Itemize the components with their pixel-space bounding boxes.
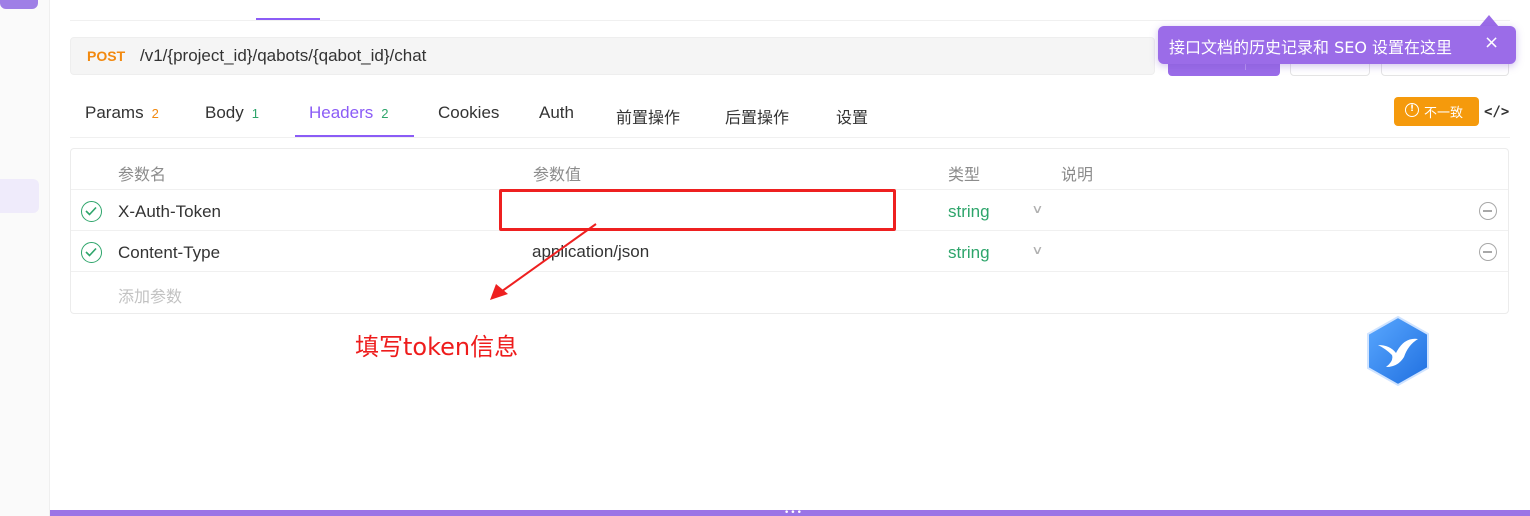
tab-count: 1	[251, 106, 259, 121]
top-tab-strip	[70, 0, 1510, 21]
top-tab-underline	[256, 18, 320, 20]
add-param-input[interactable]: 添加参数	[118, 283, 182, 307]
headers-table: 参数名 参数值 类型 说明 X-Auth-Token string ∨ Cont…	[70, 148, 1509, 314]
tab-label: Auth	[539, 103, 574, 122]
tab-label: Body	[205, 103, 244, 122]
column-header-value: 参数值	[533, 165, 582, 184]
tab-settings[interactable]: 设置	[836, 104, 868, 128]
tab-cookies[interactable]: Cookies	[438, 103, 499, 123]
row-divider	[71, 271, 1508, 272]
tab-headers[interactable]: Headers 2	[309, 103, 389, 123]
http-method[interactable]: POST	[87, 48, 125, 64]
warning-icon: !	[1405, 103, 1419, 117]
check-circle-icon[interactable]	[81, 242, 102, 263]
param-type-select[interactable]: string	[948, 202, 990, 222]
tab-label: Headers	[309, 103, 374, 122]
column-header-name: 参数名	[118, 165, 167, 184]
tab-body[interactable]: Body 1	[205, 103, 259, 123]
left-rail	[0, 0, 50, 516]
rail-active-item[interactable]	[0, 179, 39, 213]
tab-post-processors[interactable]: 后置操作	[725, 104, 789, 128]
mismatch-badge[interactable]: ! 不一致	[1394, 97, 1479, 126]
bird-logo-icon[interactable]	[1364, 315, 1432, 387]
tab-label: Cookies	[438, 103, 500, 122]
remove-row-icon[interactable]	[1479, 243, 1497, 261]
chevron-down-icon[interactable]: ∨	[1031, 202, 1043, 216]
history-seo-tooltip: 接口文档的历史记录和 SEO 设置在这里 ×	[1158, 26, 1516, 64]
column-header-type: 类型	[948, 165, 981, 184]
tab-label: 设置	[836, 108, 869, 127]
tab-params[interactable]: Params 2	[85, 103, 159, 123]
tab-label: 后置操作	[725, 108, 790, 127]
tab-label: Params	[85, 103, 144, 122]
annotation-text: 填写token信息	[355, 333, 519, 361]
param-name-input[interactable]: X-Auth-Token	[118, 202, 221, 222]
close-icon[interactable]: ×	[1484, 32, 1499, 53]
remove-row-icon[interactable]	[1479, 202, 1497, 220]
url-bar[interactable]: POST /v1/{project_id}/qabots/{qabot_id}/…	[70, 37, 1155, 75]
resize-grip-icon[interactable]: •••	[784, 509, 803, 516]
param-name-input[interactable]: Content-Type	[118, 243, 220, 263]
tab-count: 2	[151, 106, 159, 121]
code-icon[interactable]: </>	[1484, 104, 1509, 120]
rail-top-indicator	[0, 0, 38, 9]
annotation-arrow	[490, 223, 597, 300]
tab-auth[interactable]: Auth	[539, 103, 574, 123]
tab-label: 前置操作	[616, 108, 681, 127]
mismatch-label: 不一致	[1424, 106, 1464, 121]
tab-count: 2	[381, 106, 389, 121]
tab-pre-processors[interactable]: 前置操作	[616, 104, 680, 128]
column-header-description: 说明	[1061, 165, 1094, 184]
request-path[interactable]: /v1/{project_id}/qabots/{qabot_id}/chat	[140, 46, 426, 66]
tooltip-text: 接口文档的历史记录和 SEO 设置在这里	[1169, 38, 1453, 57]
check-circle-icon[interactable]	[81, 201, 102, 222]
tabs-divider	[70, 137, 1510, 138]
param-type-select[interactable]: string	[948, 243, 990, 263]
chevron-down-icon[interactable]: ∨	[1031, 243, 1043, 257]
